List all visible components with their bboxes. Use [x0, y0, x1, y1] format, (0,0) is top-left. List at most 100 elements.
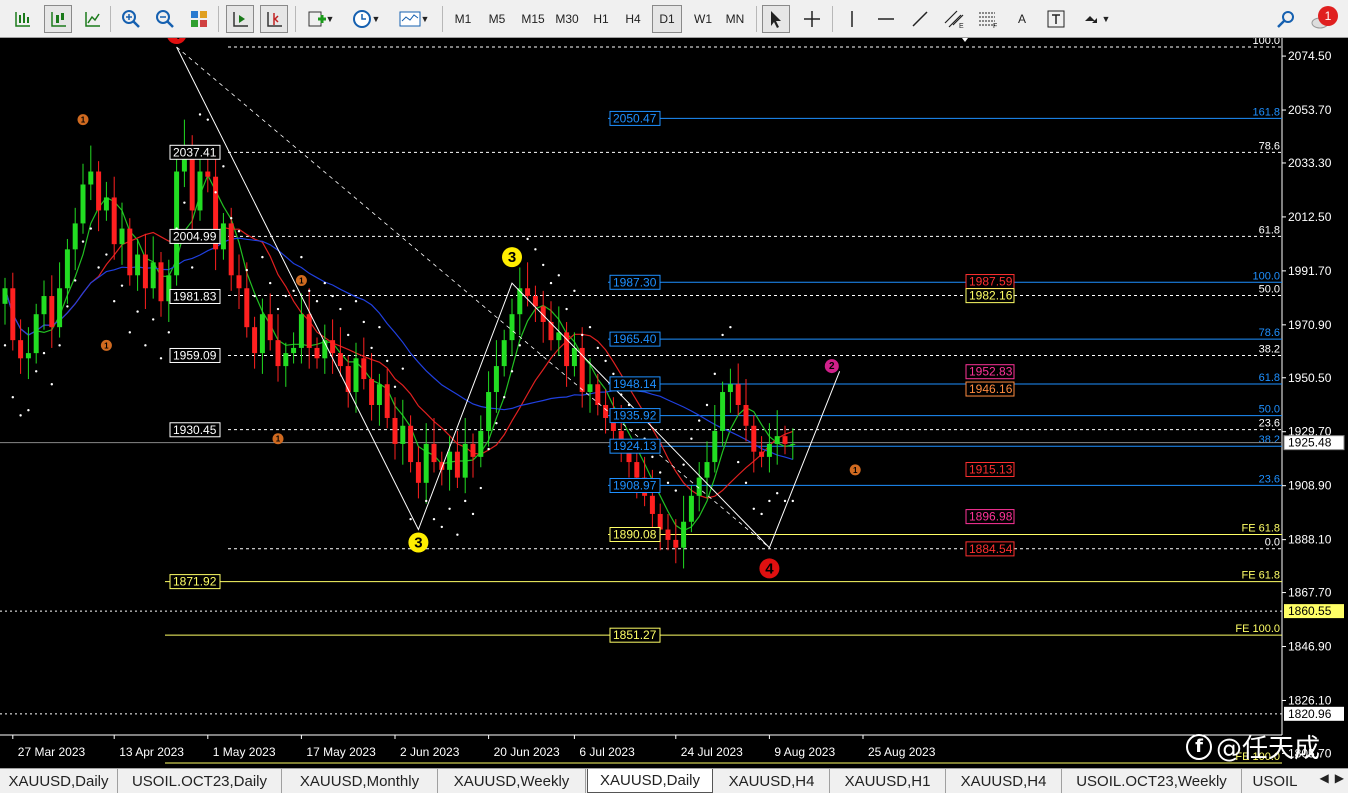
sar-dot	[682, 463, 685, 466]
candle-body	[423, 443, 429, 483]
candle-body	[103, 197, 109, 211]
sar-dot	[89, 227, 93, 230]
price-chart[interactable]: 2074.50 2053.70 2033.30 2012.50 1991.70 1970.…	[0, 38, 1348, 768]
chart-shift-marker-icon	[962, 38, 968, 42]
fib-level-label: 78.6	[1259, 327, 1280, 339]
crosshair-icon[interactable]	[798, 5, 826, 33]
price-level-box-label: 1946.16	[969, 382, 1013, 396]
tab-usoil-weekly[interactable]: USOIL.OCT23,Weekly	[1062, 769, 1242, 793]
tab-scroll-right-icon[interactable]: ▶	[1335, 771, 1344, 785]
timeframe-m1[interactable]: M1	[448, 5, 478, 33]
elliott-wave-label-text: 1	[104, 341, 109, 350]
sar-dot	[721, 333, 724, 337]
sar-dot	[464, 499, 467, 503]
timeframe-m15[interactable]: M15	[516, 5, 550, 33]
bar-chart-icon[interactable]	[8, 5, 36, 33]
periodicity-clock-icon[interactable]: ▼	[346, 5, 386, 33]
text-tool-icon[interactable]: A	[1008, 5, 1036, 33]
candle-body	[275, 340, 281, 367]
tab-xauusd-monthly[interactable]: XAUUSD,Monthly	[282, 769, 438, 793]
auto-scroll-icon[interactable]	[226, 5, 254, 33]
candle-body	[158, 262, 164, 302]
zoom-in-icon[interactable]	[117, 5, 145, 33]
arrows-icon[interactable]: ▼	[1076, 5, 1116, 33]
tile-windows-icon[interactable]	[185, 5, 213, 33]
tab-usoil[interactable]: USOIL	[1242, 769, 1308, 793]
candle-body	[774, 436, 780, 444]
candle-body	[57, 288, 63, 328]
sar-dot	[448, 507, 451, 510]
candle-body	[96, 171, 102, 211]
vertical-line-icon[interactable]	[838, 5, 866, 33]
tab-usoil-daily[interactable]: USOIL.OCT23,Daily	[118, 769, 282, 793]
tab-scroll[interactable]: ◀ ▶	[1320, 771, 1344, 785]
zoom-out-icon[interactable]	[151, 5, 179, 33]
sar-dot	[276, 307, 280, 311]
moving-average-slow	[4, 237, 793, 460]
date-tick-label: 2 Jun 2023	[400, 745, 460, 759]
sar-dot	[167, 331, 170, 334]
candle-body	[306, 314, 312, 348]
price-level-box-label: 1959.09	[173, 348, 217, 362]
elliott-wave-label-text: 3	[508, 249, 516, 266]
timeframe-d1[interactable]: D1	[652, 5, 682, 33]
fib-level-label: FE 100.0	[1235, 623, 1280, 635]
search-icon[interactable]	[1272, 5, 1300, 33]
tab-xauusd-h4[interactable]: XAUUSD,H4	[714, 769, 830, 793]
timeframe-w1[interactable]: W1	[688, 5, 718, 33]
tab-scroll-left-icon[interactable]: ◀	[1320, 771, 1329, 785]
sar-dot	[339, 307, 342, 311]
candle-body	[369, 379, 375, 405]
candle-body	[384, 384, 390, 418]
timeframe-h4[interactable]: H4	[618, 5, 648, 33]
candle-body	[298, 314, 304, 348]
sar-dot	[752, 507, 755, 510]
candle-body	[470, 443, 476, 457]
timeframe-mn[interactable]: MN	[720, 5, 750, 33]
price-level-box-label: 2037.41	[173, 145, 217, 159]
fibonacci-retracement-icon[interactable]: F	[974, 5, 1002, 33]
sar-dot	[409, 517, 412, 521]
notification-count-badge[interactable]: 1	[1318, 6, 1338, 26]
candlestick-chart-icon[interactable]	[44, 5, 72, 33]
elliott-wave-label-text: 1	[853, 466, 858, 475]
facebook-logo-icon: f	[1186, 733, 1212, 760]
timeframe-h1[interactable]: H1	[586, 5, 616, 33]
candle-body	[595, 384, 601, 405]
candle-body	[25, 353, 31, 359]
candle-body	[41, 296, 47, 315]
sar-dot	[573, 289, 576, 293]
candle-body	[704, 462, 710, 478]
indicators-icon[interactable]: ▼	[302, 5, 338, 33]
sar-dot	[237, 229, 241, 233]
cursor-icon[interactable]	[762, 5, 790, 33]
tab-xauusd-weekly[interactable]: XAUUSD,Weekly	[438, 769, 586, 793]
candle-body	[80, 184, 86, 224]
fib-level-label: 61.8	[1259, 372, 1280, 384]
tab-xauusd-h1[interactable]: XAUUSD,H1	[830, 769, 946, 793]
tab-xauusd-daily-active[interactable]: XAUUSD,Daily	[587, 769, 713, 793]
timeframe-m30[interactable]: M30	[550, 5, 584, 33]
templates-icon[interactable]: ▼	[394, 5, 434, 33]
price-tick-label: 1846.90	[1288, 640, 1332, 654]
line-chart-icon[interactable]	[78, 5, 106, 33]
equidistant-channel-icon[interactable]: E	[940, 5, 968, 33]
price-tick-label: 2033.30	[1288, 156, 1332, 170]
horizontal-line-icon[interactable]	[872, 5, 900, 33]
candle-body	[509, 314, 515, 341]
timeframe-m5[interactable]: M5	[482, 5, 512, 33]
date-tick-label: 9 Aug 2023	[774, 745, 835, 759]
date-tick-label: 6 Jul 2023	[579, 745, 635, 759]
tab-xauusd-daily[interactable]: XAUUSD,Daily	[0, 769, 118, 793]
text-label-icon[interactable]	[1042, 5, 1070, 33]
svg-text:F: F	[993, 23, 997, 29]
fib-level-label: 38.2	[1259, 434, 1280, 446]
candle-body	[10, 288, 16, 341]
price-tick-label: 1888.10	[1288, 533, 1332, 547]
chart-canvas[interactable]: 2074.50 2053.70 2033.30 2012.50 1991.70 1970.…	[0, 38, 1348, 768]
chart-shift-icon[interactable]	[260, 5, 288, 33]
trend-line-icon[interactable]	[906, 5, 934, 33]
tab-xauusd-h4-2[interactable]: XAUUSD,H4	[946, 769, 1062, 793]
sar-dot	[261, 255, 264, 259]
sar-dot	[3, 344, 7, 347]
